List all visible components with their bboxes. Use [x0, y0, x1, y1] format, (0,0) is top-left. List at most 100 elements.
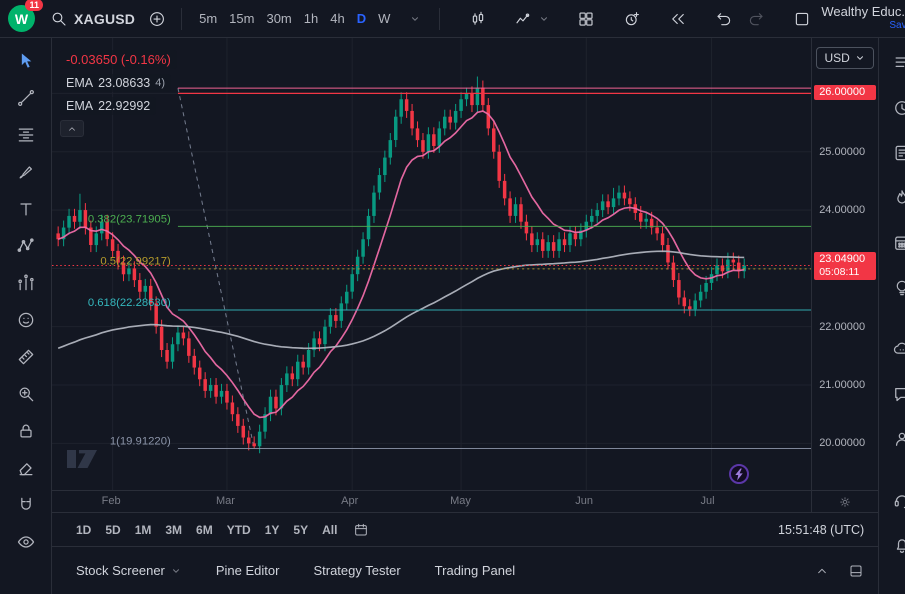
tab-strategy-tester[interactable]: Strategy Tester	[313, 563, 400, 578]
news-button[interactable]	[884, 136, 905, 170]
restore-panel-icon[interactable]	[848, 563, 864, 579]
alert-clock-plus-icon	[623, 10, 641, 28]
tab-label: Trading Panel	[435, 563, 515, 578]
chat-button[interactable]	[884, 377, 905, 411]
range-1Y[interactable]: 1Y	[259, 520, 286, 540]
eraser-icon	[16, 458, 36, 478]
utc-clock[interactable]: 15:51:48 (UTC)	[778, 523, 864, 537]
open-panel-chevron-icon[interactable]	[814, 563, 830, 579]
go-to-date-icon[interactable]	[353, 522, 369, 538]
compare-add-symbol-button[interactable]	[144, 5, 170, 33]
legend-collapse-button[interactable]	[60, 120, 84, 137]
interval-30m[interactable]: 30m	[260, 6, 297, 32]
notification-count-badge: 11	[25, 0, 43, 11]
range-5D[interactable]: 5D	[99, 520, 126, 540]
range-1D[interactable]: 1D	[70, 520, 97, 540]
range-3M[interactable]: 3M	[159, 520, 188, 540]
gear-icon[interactable]	[838, 495, 852, 509]
interval-W[interactable]: W	[372, 6, 396, 32]
month-label-Apr: Apr	[341, 495, 358, 507]
interval-15m[interactable]: 15m	[223, 6, 260, 32]
cursor-icon	[16, 51, 36, 71]
logo-letter: W	[15, 11, 28, 27]
cursor-tool[interactable]	[9, 44, 43, 77]
right-sidebar	[878, 38, 905, 594]
app-logo[interactable]: W 11	[8, 5, 35, 32]
range-YTD[interactable]: YTD	[221, 520, 257, 540]
layout-name[interactable]: Wealthy Educ...	[821, 5, 905, 18]
pattern-icon	[16, 236, 36, 256]
chat-icon	[892, 384, 905, 404]
time-axis[interactable]: FebMarAprMayJunJul	[52, 490, 811, 512]
price-label-25.00000: 25.00000	[819, 145, 865, 159]
bottom-panel-tabs: Stock Screener Pine Editor Strategy Tester…	[52, 546, 878, 594]
hotlists-button[interactable]	[884, 181, 905, 215]
interval-5m[interactable]: 5m	[193, 6, 223, 32]
interval-D[interactable]: D	[351, 6, 372, 32]
magnet-tool[interactable]	[9, 488, 43, 521]
text-tool[interactable]	[9, 192, 43, 225]
multichart-layout-button[interactable]	[573, 5, 599, 33]
forecast-tool[interactable]	[9, 266, 43, 299]
price-axis[interactable]: USD 26.0000025.0000024.0000023.0490005:0…	[811, 38, 878, 490]
svg-text:0.382(23.71905): 0.382(23.71905)	[88, 213, 171, 225]
chart-plot[interactable]: 0.382(23.71905)0.5(22.99217)0.618(22.286…	[52, 38, 811, 490]
range-5Y[interactable]: 5Y	[287, 520, 314, 540]
zoom-in-tool[interactable]	[9, 377, 43, 410]
interval-4h[interactable]: 4h	[324, 6, 350, 32]
hide-drawings-tool[interactable]	[9, 525, 43, 558]
tab-pine-editor[interactable]: Pine Editor	[216, 563, 280, 578]
tab-label: Strategy Tester	[313, 563, 400, 578]
tradingview-app: W 11 XAGUSD 5m15m30m1h4hDW	[0, 0, 905, 584]
eye-icon	[16, 532, 36, 552]
create-alert-button[interactable]	[619, 5, 645, 33]
pattern-tool[interactable]	[9, 229, 43, 262]
ema-value: 22.92992	[98, 99, 150, 113]
tab-trading-panel[interactable]: Trading Panel	[435, 563, 515, 578]
chart-legend: -0.03650 (-0.16%) EMA 23.08633 4) EMA 22…	[60, 50, 177, 137]
month-label-Jul: Jul	[701, 495, 715, 507]
range-1M[interactable]: 1M	[129, 520, 158, 540]
notifications-button[interactable]	[884, 528, 905, 562]
fib-retracement-tool[interactable]	[9, 118, 43, 151]
headset-icon	[892, 490, 905, 510]
bar-replay-button[interactable]	[665, 5, 691, 33]
chart-style-button[interactable]	[465, 5, 491, 33]
undo-button[interactable]	[711, 5, 737, 33]
support-button[interactable]	[884, 483, 905, 517]
streams-button[interactable]	[884, 422, 905, 456]
eraser-tool[interactable]	[9, 451, 43, 484]
interval-1h[interactable]: 1h	[298, 6, 324, 32]
forecast-icon	[16, 273, 36, 293]
brush-tool[interactable]	[9, 155, 43, 188]
chevron-down-icon	[538, 13, 550, 25]
main-area: 0.382(23.71905)0.5(22.99217)0.618(22.286…	[0, 38, 905, 584]
currency-toggle-button[interactable]: USD	[816, 47, 874, 69]
interval-menu-button[interactable]	[402, 5, 428, 33]
measure-tool[interactable]	[9, 340, 43, 373]
symbol-search-button[interactable]: XAGUSD	[47, 5, 138, 33]
trend-icon	[16, 88, 36, 108]
alerts-button[interactable]	[884, 91, 905, 125]
redo-arrow-icon	[747, 10, 765, 28]
candlestick-icon	[469, 10, 487, 28]
minds-button[interactable]	[884, 332, 905, 366]
emoji-tool[interactable]	[9, 303, 43, 336]
cloud-icon	[892, 339, 905, 359]
ideas-button[interactable]	[884, 271, 905, 305]
watchlist-button[interactable]	[884, 46, 905, 80]
bottom-panel-controls	[814, 563, 864, 579]
range-All[interactable]: All	[316, 520, 343, 540]
save-layout-link[interactable]: Save	[889, 19, 905, 32]
magnet-icon	[16, 495, 36, 515]
layout-select-button[interactable]	[789, 5, 815, 33]
trend-line-tool[interactable]	[9, 81, 43, 114]
price-change-text: -0.03650 (-0.16%)	[66, 52, 171, 67]
indicators-button[interactable]	[511, 5, 553, 33]
economic-calendar-button[interactable]	[884, 226, 905, 260]
redo-button[interactable]	[743, 5, 769, 33]
top-toolbar: W 11 XAGUSD 5m15m30m1h4hDW	[0, 0, 905, 38]
lock-all-tool[interactable]	[9, 414, 43, 447]
range-6M[interactable]: 6M	[190, 520, 219, 540]
tab-stock-screener[interactable]: Stock Screener	[76, 563, 182, 578]
